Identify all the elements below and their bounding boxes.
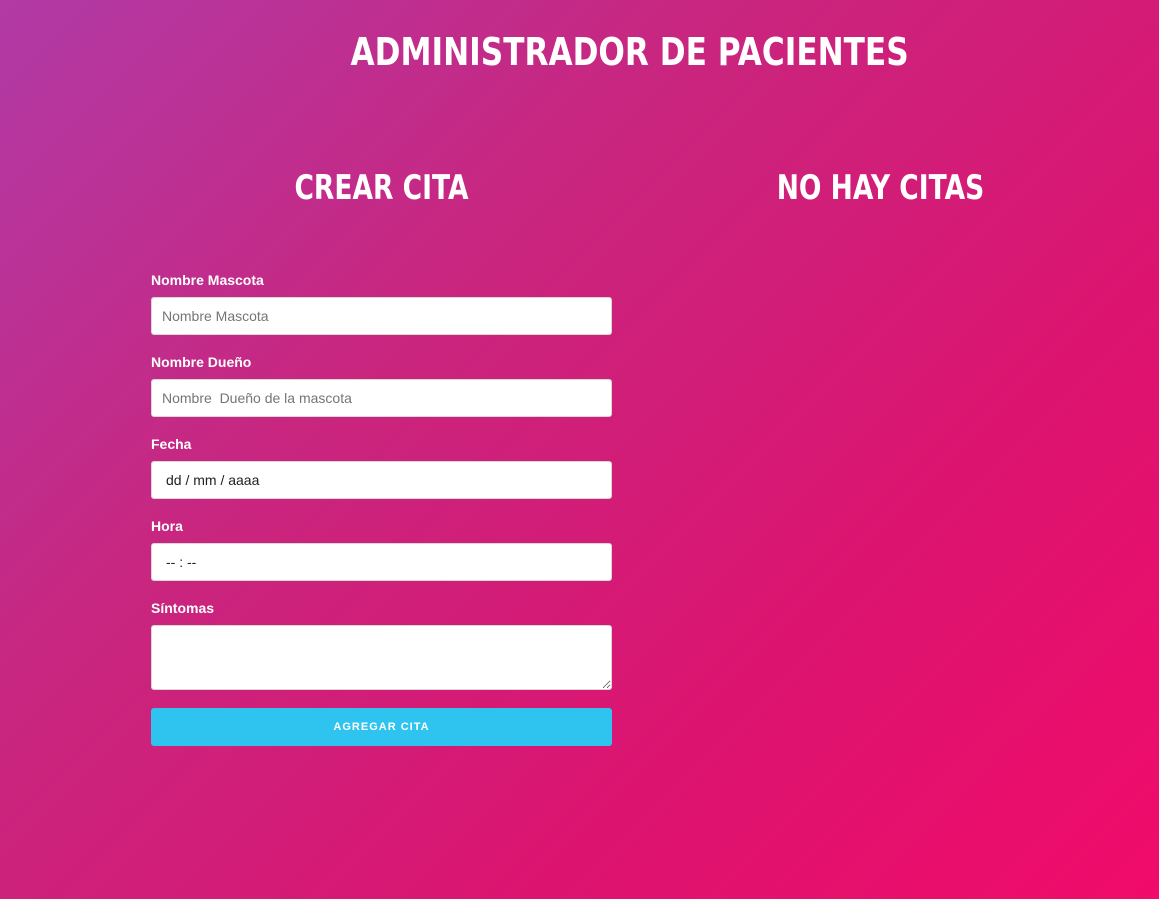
appointment-form: Nombre Mascota Nombre Dueño Fecha dd / m…: [151, 270, 612, 746]
time-input[interactable]: -- : --: [151, 543, 612, 581]
date-input[interactable]: dd / mm / aaaa: [151, 461, 612, 499]
pet-name-label: Nombre Mascota: [151, 272, 264, 288]
appointments-list-title: NO HAY CITAS: [776, 168, 985, 208]
pet-name-input[interactable]: [151, 297, 612, 335]
owner-name-input[interactable]: [151, 379, 612, 417]
date-label: Fecha: [151, 436, 192, 452]
symptoms-textarea[interactable]: [151, 625, 612, 690]
page-title: ADMINISTRADOR DE PACIENTES: [350, 30, 909, 74]
time-label: Hora: [151, 518, 183, 534]
add-appointment-button[interactable]: AGREGAR CITA: [151, 708, 612, 746]
symptoms-label: Síntomas: [151, 600, 215, 616]
owner-name-label: Nombre Dueño: [151, 354, 252, 370]
create-appointment-title: CREAR CITA: [294, 168, 469, 208]
